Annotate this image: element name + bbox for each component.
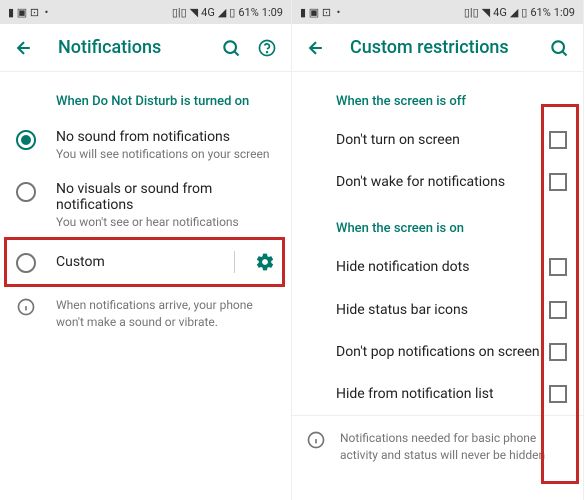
- radio-no-sound[interactable]: No sound from notifications You will see…: [0, 119, 291, 171]
- battery-icon: ▯: [229, 6, 235, 19]
- check-label: Don't wake for notifications: [336, 173, 549, 191]
- info-row: When notifications arrive, your phone wo…: [0, 285, 291, 343]
- footer-info-text: Notifications needed for basic phone act…: [340, 430, 567, 464]
- back-icon[interactable]: [306, 38, 326, 58]
- check-hide-statusbar-icons[interactable]: Hide status bar icons: [292, 289, 583, 331]
- page-title: Custom restrictions: [350, 37, 525, 58]
- info-icon: [306, 430, 326, 450]
- check-label: Hide from notification list: [336, 385, 549, 403]
- check-label: Don't turn on screen: [336, 131, 549, 149]
- signal-icon: ◢: [218, 6, 226, 19]
- section-header-screen-off: When the screen is off: [292, 80, 583, 119]
- divider: [234, 251, 235, 273]
- wifi-icon: ◥: [190, 6, 198, 19]
- checkbox[interactable]: [549, 173, 567, 191]
- checkbox[interactable]: [549, 258, 567, 276]
- radio-title: No sound from notifications: [56, 129, 275, 145]
- section-header-screen-on: When the screen is on: [292, 203, 583, 246]
- battery-percent: 61%: [530, 6, 550, 19]
- check-dont-wake[interactable]: Don't wake for notifications: [292, 161, 583, 203]
- radio-custom[interactable]: Custom: [0, 239, 291, 285]
- vibrate-icon: ▯|▯: [172, 6, 187, 19]
- check-label: Hide status bar icons: [336, 301, 549, 319]
- back-icon[interactable]: [14, 38, 34, 58]
- app-bar: Custom restrictions: [292, 24, 583, 72]
- checkbox[interactable]: [549, 301, 567, 319]
- radio-no-visuals-sound[interactable]: No visuals or sound from notifications Y…: [0, 171, 291, 239]
- check-hide-from-list[interactable]: Hide from notification list: [292, 373, 583, 415]
- checkbox[interactable]: [549, 385, 567, 403]
- check-dont-turn-on-screen[interactable]: Don't turn on screen: [292, 119, 583, 161]
- check-label: Don't pop notifications on screen: [336, 343, 549, 361]
- checkbox[interactable]: [549, 343, 567, 361]
- battery-percent: 61%: [238, 6, 258, 19]
- battery-icon: ▯: [521, 6, 527, 19]
- signal-label: 4G: [201, 6, 215, 19]
- info-icon: [16, 297, 36, 317]
- info-text: When notifications arrive, your phone wo…: [56, 297, 275, 331]
- checkbox[interactable]: [549, 131, 567, 149]
- signal-label: 4G: [493, 6, 507, 19]
- status-bar: ▮ ▣ ⊡ • ▯|▯ ◥ 4G ◢ ▯ 61% 1:09: [292, 0, 583, 24]
- clock: 1:09: [262, 6, 283, 19]
- check-label: Hide notification dots: [336, 258, 549, 276]
- gear-icon[interactable]: [255, 252, 275, 272]
- radio-button[interactable]: [16, 182, 36, 202]
- page-title: Notifications: [58, 37, 197, 58]
- search-icon[interactable]: [549, 38, 569, 58]
- footer-info: Notifications needed for basic phone act…: [292, 415, 583, 474]
- signal-icon: ◢: [510, 6, 518, 19]
- status-left-icons: ▮ ▣ ⊡ •: [8, 6, 48, 19]
- status-bar: ▮ ▣ ⊡ • ▯|▯ ◥ 4G ◢ ▯ 61% 1:09: [0, 0, 291, 24]
- status-left-icons: ▮ ▣ ⊡ •: [300, 6, 340, 19]
- radio-subtitle: You won't see or hear notifications: [56, 215, 275, 229]
- check-dont-pop[interactable]: Don't pop notifications on screen: [292, 331, 583, 373]
- vibrate-icon: ▯|▯: [464, 6, 479, 19]
- search-icon[interactable]: [221, 38, 241, 58]
- check-hide-dots[interactable]: Hide notification dots: [292, 246, 583, 288]
- app-bar: Notifications: [0, 24, 291, 72]
- help-icon[interactable]: [257, 38, 277, 58]
- radio-button[interactable]: [16, 253, 36, 273]
- section-header-dnd: When Do Not Disturb is turned on: [0, 80, 291, 119]
- radio-title: No visuals or sound from notifications: [56, 181, 275, 213]
- radio-button[interactable]: [16, 130, 36, 150]
- clock: 1:09: [554, 6, 575, 19]
- radio-subtitle: You will see notifications on your scree…: [56, 147, 275, 161]
- wifi-icon: ◥: [482, 6, 490, 19]
- radio-title: Custom: [56, 254, 214, 270]
